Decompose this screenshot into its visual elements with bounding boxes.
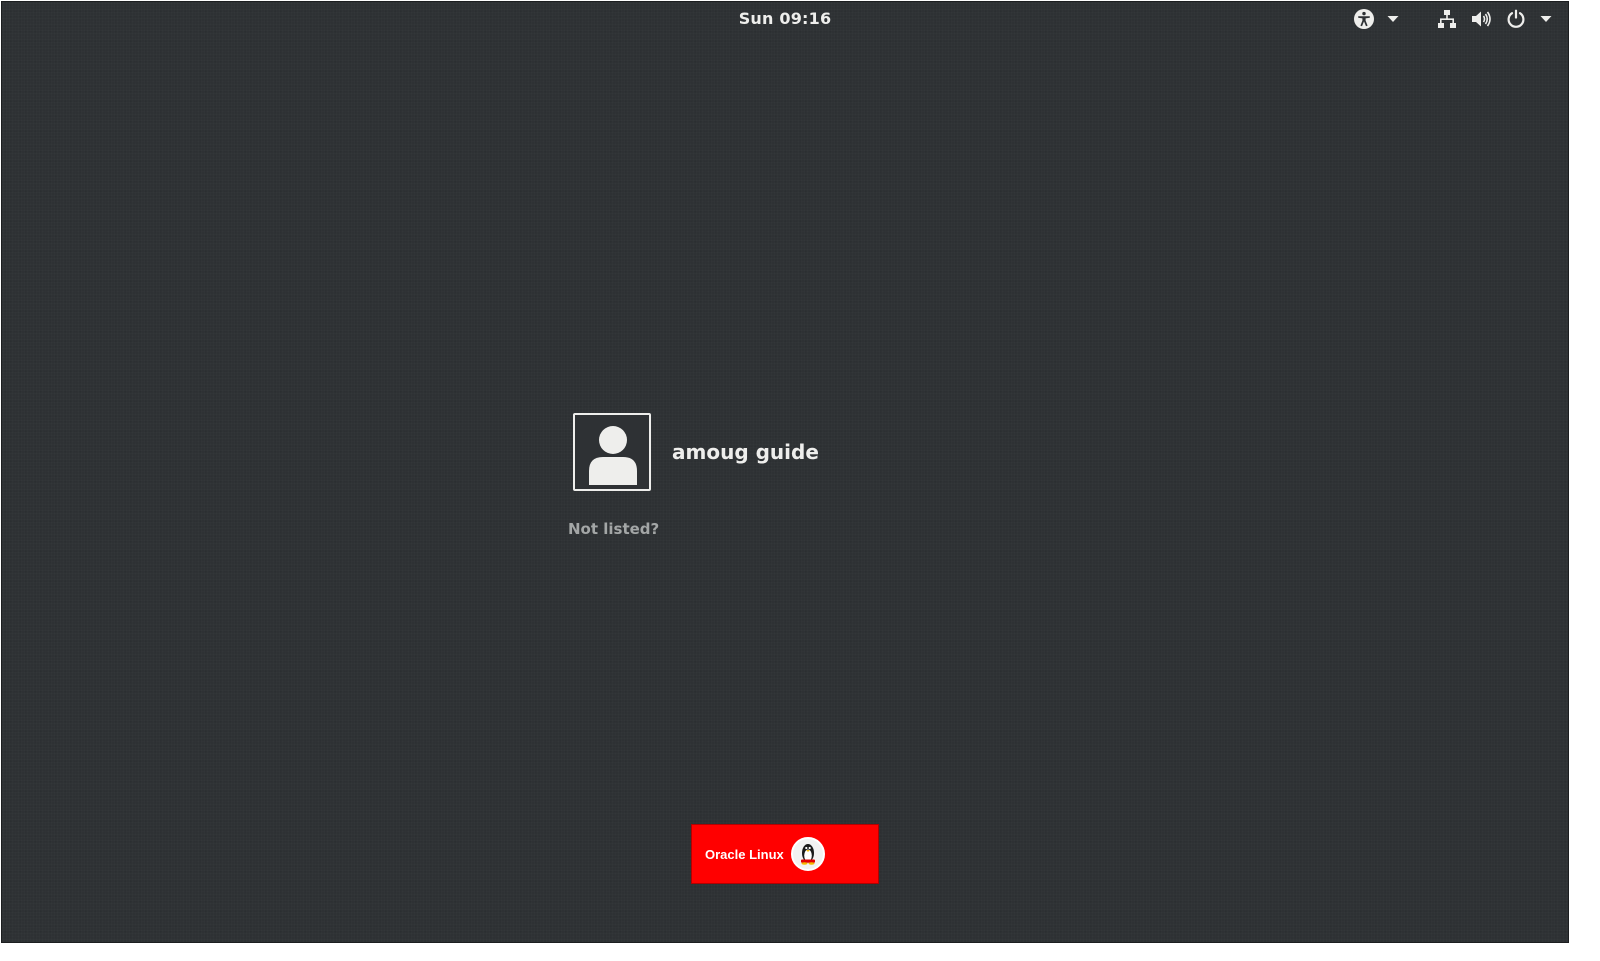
system-menu[interactable] [1436,7,1552,31]
chevron-down-icon [1387,15,1399,23]
network-wired-icon [1436,8,1458,30]
not-listed-button[interactable]: Not listed? [568,520,659,538]
user-avatar[interactable] [573,413,651,491]
tux-penguin-icon [790,837,825,871]
default-user-icon [589,426,637,485]
user-list-item[interactable]: amoug guide [573,413,819,491]
chevron-down-icon [1540,15,1552,23]
login-screen: Sun 09:16 amoug guide Not listed? Oracle… [1,1,1569,943]
user-display-name[interactable]: amoug guide [672,440,819,464]
accessibility-menu[interactable] [1353,7,1399,31]
accessibility-icon[interactable] [1353,8,1375,30]
volume-icon [1470,8,1492,30]
clock[interactable]: Sun 09:16 [2,9,1568,28]
distro-logo: Oracle Linux [692,825,878,883]
distro-name: Oracle Linux [705,846,784,862]
power-icon [1505,8,1527,30]
